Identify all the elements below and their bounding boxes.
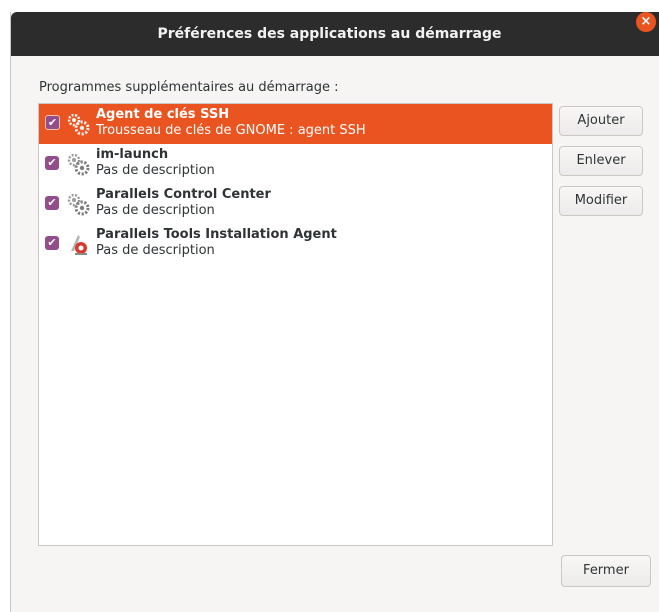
enabled-checkbox[interactable]: ✔	[45, 156, 59, 170]
program-name: im-launch	[96, 147, 169, 162]
enabled-checkbox[interactable]: ✔	[45, 115, 60, 130]
program-description: Pas de description	[96, 203, 215, 218]
startup-preferences-window: Préférences des applications au démarrag…	[10, 12, 659, 612]
list-item[interactable]: ✔ Agent de clés SSH Trousseau de clés de…	[39, 104, 552, 144]
startup-programs-list[interactable]: ✔ Agent de clés SSH Trousseau de clés de…	[38, 103, 553, 546]
program-description: Pas de description	[96, 163, 215, 178]
gears-icon	[67, 153, 90, 176]
program-description: Trousseau de clés de GNOME : agent SSH	[96, 123, 366, 138]
close-button[interactable]: Fermer	[561, 555, 651, 587]
enabled-checkbox[interactable]: ✔	[45, 236, 59, 250]
gears-icon	[67, 193, 90, 216]
program-description: Pas de description	[96, 243, 215, 258]
titlebar[interactable]: Préférences des applications au démarrag…	[11, 12, 659, 56]
program-name: Parallels Tools Installation Agent	[96, 227, 337, 242]
list-item[interactable]: ✔ Parallels Control Center Pas de descri…	[39, 184, 552, 224]
parallels-icon	[71, 235, 87, 255]
section-label: Programmes supplémentaires au démarrage …	[39, 80, 339, 95]
gears-icon	[67, 113, 90, 136]
close-icon[interactable]: ×	[636, 12, 656, 32]
program-name: Parallels Control Center	[96, 187, 271, 202]
remove-button[interactable]: Enlever	[559, 146, 643, 176]
list-item[interactable]: ✔ Parallels Tools Installation Agent Pas…	[39, 224, 552, 264]
add-button[interactable]: Ajouter	[559, 106, 643, 136]
edit-button[interactable]: Modifier	[559, 186, 643, 216]
program-name: Agent de clés SSH	[96, 107, 230, 122]
enabled-checkbox[interactable]: ✔	[45, 196, 59, 210]
window-title: Préférences des applications au démarrag…	[157, 26, 502, 42]
list-item[interactable]: ✔ im-launch Pas de description	[39, 144, 552, 184]
